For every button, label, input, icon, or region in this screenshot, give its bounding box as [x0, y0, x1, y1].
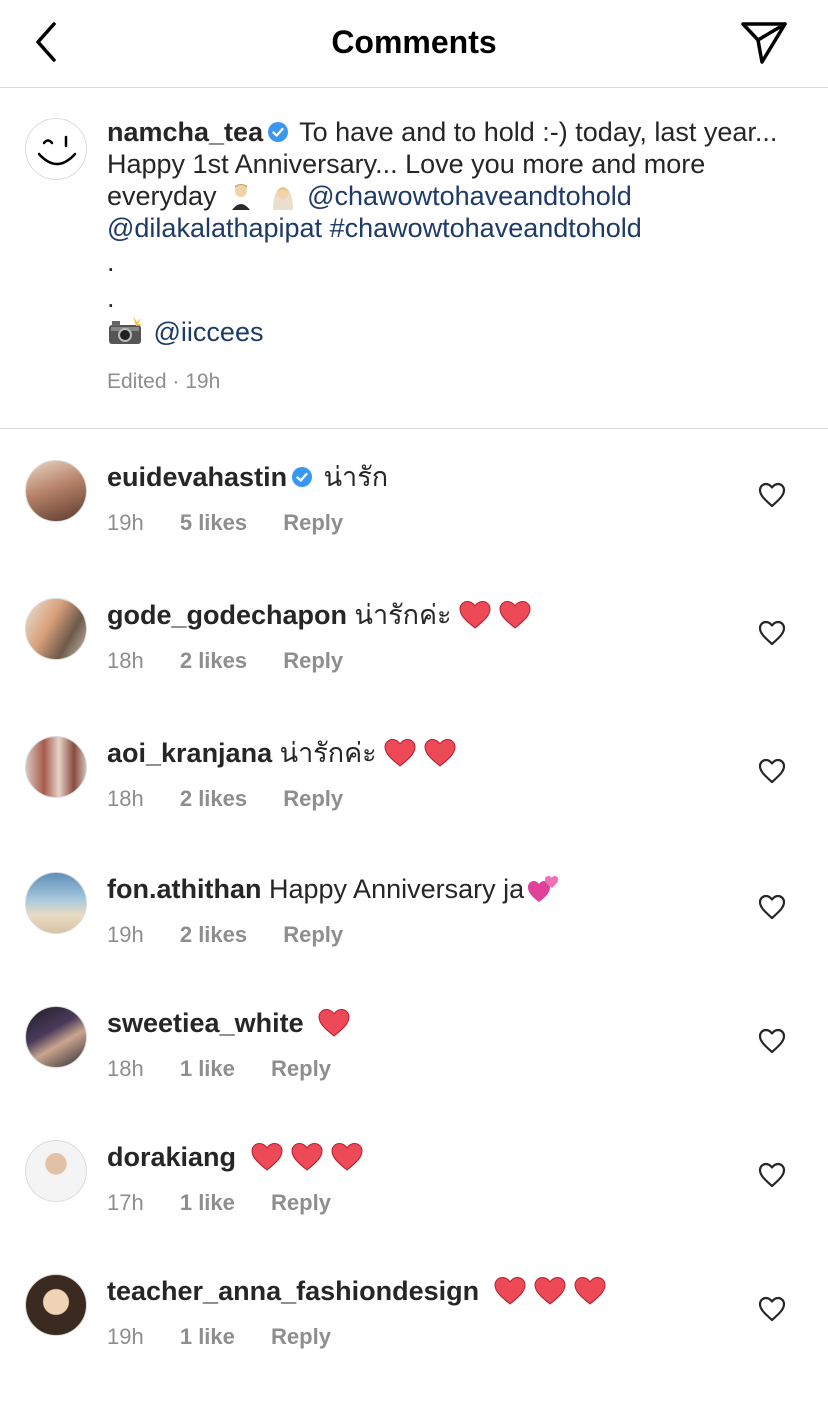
comment-body: Happy Anniversary ja [269, 874, 525, 904]
likes-count[interactable]: 5 likes [180, 510, 247, 536]
red-heart-icon [534, 1276, 566, 1305]
comment-time: 18h [107, 786, 144, 811]
reply-button[interactable]: Reply [283, 786, 343, 812]
avatar[interactable] [25, 598, 87, 660]
send-icon[interactable] [738, 18, 790, 66]
camera-flash-icon [109, 316, 143, 344]
comment-row: euidevahastin น่ารัก 19h 5 likes Reply [0, 460, 828, 598]
comment-username[interactable]: fon.athithan [107, 874, 261, 904]
reply-button[interactable]: Reply [283, 922, 343, 948]
likes-count[interactable]: 1 like [180, 1056, 235, 1082]
comment-meta: 18h 1 like Reply [107, 1056, 361, 1082]
mention-link[interactable]: @dilakalathapipat [107, 213, 322, 243]
avatar[interactable] [25, 1006, 87, 1068]
avatar[interactable] [25, 460, 87, 522]
mention-link[interactable]: @iiccees [154, 317, 264, 347]
comment-time: 17h [107, 1190, 144, 1215]
groom-emoji-icon [232, 184, 251, 210]
comment-username[interactable]: aoi_kranjana [107, 738, 272, 768]
comment-meta: 19h 5 likes Reply [107, 510, 373, 536]
heart-outline-icon[interactable] [758, 620, 786, 646]
caption-username[interactable]: namcha_tea [107, 117, 263, 147]
comment-text: aoi_kranjana น่ารักค่ะ [107, 736, 457, 770]
likes-count[interactable]: 2 likes [180, 786, 247, 812]
comment-row: gode_godechapon น่ารักค่ะ 18h 2 likes Re… [0, 598, 828, 736]
likes-count[interactable]: 2 likes [180, 648, 247, 674]
verified-badge-icon [268, 122, 289, 142]
comment-time: 18h [107, 1056, 144, 1081]
avatar[interactable] [25, 872, 87, 934]
heart-outline-icon[interactable] [758, 1162, 786, 1188]
red-heart-icon [499, 600, 531, 629]
comment-body: น่ารัก [323, 462, 389, 492]
hashtag-link[interactable]: #chawowtohaveandtohold [330, 213, 642, 243]
red-heart-icon [574, 1276, 606, 1305]
comment-meta: 18h 2 likes Reply [107, 648, 373, 674]
two-hearts-icon [528, 876, 559, 902]
comment-meta: 19h 2 likes Reply [107, 922, 373, 948]
likes-count[interactable]: 1 like [180, 1324, 235, 1350]
avatar[interactable] [25, 1140, 87, 1202]
comment-time: 19h [107, 922, 144, 947]
comment-username[interactable]: teacher_anna_fashiondesign [107, 1276, 479, 1306]
comment-row: fon.athithan Happy Anniversary ja 19h 2 … [0, 872, 828, 1010]
red-heart-icon [318, 1008, 350, 1037]
comment-time: 19h [107, 1324, 144, 1349]
comment-text: fon.athithan Happy Anniversary ja [107, 872, 560, 906]
red-heart-icon [291, 1142, 323, 1171]
heart-outline-icon[interactable] [758, 1028, 786, 1054]
comment-row: teacher_anna_fashiondesign 19h 1 like Re… [0, 1274, 828, 1412]
red-heart-icon [331, 1142, 363, 1171]
heart-outline-icon[interactable] [758, 894, 786, 920]
avatar[interactable] [25, 1274, 87, 1336]
red-heart-icon [459, 600, 491, 629]
comment-meta: 17h 1 like Reply [107, 1190, 361, 1216]
verified-badge-icon [292, 467, 313, 487]
reply-button[interactable]: Reply [271, 1190, 331, 1216]
comment-row: aoi_kranjana น่ารักค่ะ 18h 2 likes Reply [0, 736, 828, 874]
comment-text: gode_godechapon น่ารักค่ะ [107, 598, 532, 632]
comment-time: 18h [107, 648, 144, 673]
comment-username[interactable]: gode_godechapon [107, 600, 347, 630]
reply-button[interactable]: Reply [283, 648, 343, 674]
caption-dot: . [107, 283, 115, 313]
caption-text: namcha_tea To have and to hold :-) today… [107, 116, 787, 348]
smiley-icon [37, 135, 77, 166]
reply-button[interactable]: Reply [283, 510, 343, 536]
comment-meta: 18h 2 likes Reply [107, 786, 373, 812]
comment-body: น่ารักค่ะ [279, 738, 377, 768]
reply-button[interactable]: Reply [271, 1324, 331, 1350]
likes-count[interactable]: 2 likes [180, 922, 247, 948]
comment-meta: 19h 1 like Reply [107, 1324, 361, 1350]
heart-outline-icon[interactable] [758, 482, 786, 508]
comment-body: น่ารักค่ะ [354, 600, 452, 630]
avatar[interactable] [25, 736, 87, 798]
avatar[interactable] [25, 118, 87, 180]
bride-emoji-icon [272, 187, 293, 210]
comment-time: 19h [107, 510, 144, 535]
comment-text: euidevahastin น่ารัก [107, 460, 388, 494]
comment-username[interactable]: dorakiang [107, 1142, 236, 1172]
comment-username[interactable]: sweetiea_white [107, 1008, 304, 1038]
comment-text: teacher_anna_fashiondesign [107, 1274, 607, 1308]
navigation-bar: Comments [0, 0, 828, 88]
page-title: Comments [331, 24, 497, 60]
red-heart-icon [384, 738, 416, 767]
red-heart-icon [494, 1276, 526, 1305]
caption-meta: Edited · 19h [107, 370, 221, 393]
heart-outline-icon[interactable] [758, 1296, 786, 1322]
caption-dot: . [107, 247, 115, 277]
mention-link[interactable]: @chawowtohaveandtohold [307, 181, 632, 211]
likes-count[interactable]: 1 like [180, 1190, 235, 1216]
comment-text: dorakiang [107, 1140, 364, 1174]
post-caption: namcha_tea To have and to hold :-) today… [0, 88, 828, 429]
reply-button[interactable]: Reply [271, 1056, 331, 1082]
comment-text: sweetiea_white [107, 1006, 351, 1040]
red-heart-icon [424, 738, 456, 767]
comment-username[interactable]: euidevahastin [107, 462, 287, 492]
comment-row: dorakiang 17h 1 like Reply [0, 1140, 828, 1278]
comment-row: sweetiea_white 18h 1 like Reply [0, 1006, 828, 1144]
heart-outline-icon[interactable] [758, 758, 786, 784]
red-heart-icon [251, 1142, 283, 1171]
